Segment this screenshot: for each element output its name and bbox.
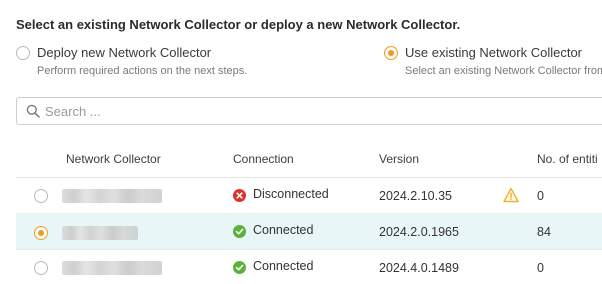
version-text: 2024.2.10.35 xyxy=(379,189,452,203)
column-header-connection[interactable]: Connection xyxy=(233,152,294,166)
check-circle-icon xyxy=(233,261,246,274)
deploy-new-description: Perform required actions on the next ste… xyxy=(37,65,248,77)
entities-count: 0 xyxy=(537,189,544,203)
search-box[interactable] xyxy=(16,97,602,125)
page-heading: Select an existing Network Collector or … xyxy=(16,17,461,32)
use-existing-label: Use existing Network Collector xyxy=(405,45,583,60)
redacted-collector-name xyxy=(62,226,138,240)
search-icon xyxy=(26,104,40,118)
search-input[interactable] xyxy=(45,102,602,120)
column-header-version[interactable]: Version xyxy=(379,152,419,166)
check-circle-icon xyxy=(233,225,246,238)
entities-count: 0 xyxy=(537,261,544,275)
warning-icon xyxy=(503,187,519,203)
redacted-collector-name xyxy=(62,261,162,275)
redacted-collector-name xyxy=(62,189,162,203)
entities-count: 84 xyxy=(537,225,551,239)
deploy-new-radio[interactable] xyxy=(16,46,30,60)
row-radio[interactable] xyxy=(34,226,48,240)
table-row[interactable]: Connected 2024.4.0.1489 0 xyxy=(16,250,602,284)
error-icon xyxy=(233,189,246,202)
row-radio[interactable] xyxy=(34,261,48,275)
version-text: 2024.2.0.1965 xyxy=(379,225,459,239)
version-text: 2024.4.0.1489 xyxy=(379,261,459,275)
row-radio[interactable] xyxy=(34,189,48,203)
table-row[interactable]: Disconnected 2024.2.10.35 0 xyxy=(16,178,602,214)
column-header-network-collector[interactable]: Network Collector xyxy=(66,152,161,166)
use-existing-description: Select an existing Network Collector fro… xyxy=(405,65,602,77)
use-existing-radio[interactable] xyxy=(384,46,398,60)
column-header-entities[interactable]: No. of entiti xyxy=(537,152,598,166)
table-row[interactable]: Connected 2024.2.0.1965 84 xyxy=(16,214,602,250)
connection-text: Disconnected xyxy=(253,187,329,201)
deploy-new-label: Deploy new Network Collector xyxy=(37,45,212,60)
connection-text: Connected xyxy=(253,223,314,237)
connection-text: Connected xyxy=(253,259,314,273)
